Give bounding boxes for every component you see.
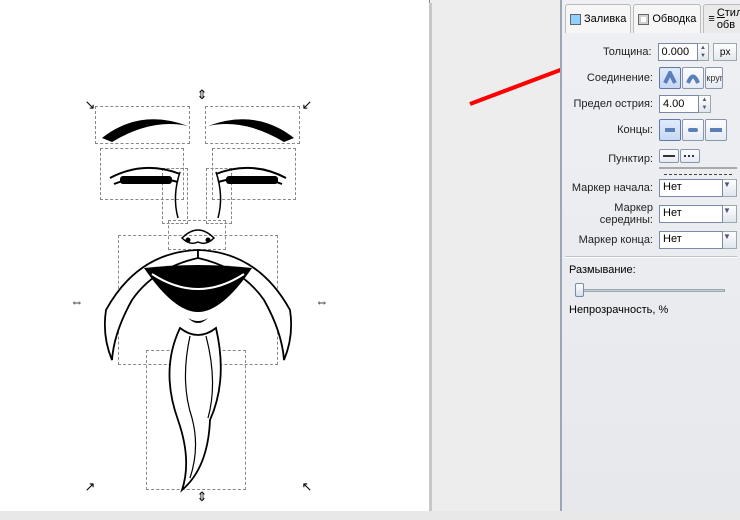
tab-fill-label: Заливка [584, 13, 626, 25]
miter-label: Предел острия: [565, 98, 659, 110]
cap-butt-button[interactable] [659, 119, 681, 141]
marker-start-dropdown-icon[interactable]: ▼ [723, 179, 737, 197]
opacity-label: Непрозрачность, % [565, 302, 737, 318]
row-marker-mid: Маркер середины: Нет ▼ [565, 202, 737, 226]
marker-end-select[interactable]: Нет [659, 231, 723, 249]
marker-end-label: Маркер конца: [565, 234, 659, 246]
panel-tabs: Заливка Обводка ≡ Стиль обв [562, 2, 740, 36]
miter-spinner[interactable]: ▲▼ [699, 95, 711, 113]
stroke-width-input[interactable] [658, 43, 698, 61]
stroke-width-spinner[interactable]: ▲▼ [698, 43, 710, 61]
row-dash: Пунктир: [565, 144, 737, 174]
join-round-button[interactable] [682, 67, 704, 89]
separator [565, 256, 737, 258]
row-caps: Концы: [565, 118, 737, 142]
dash-pattern-editor[interactable] [659, 167, 737, 169]
face-drawing [40, 60, 385, 520]
cap-square-button[interactable] [705, 119, 727, 141]
tab-fill[interactable]: Заливка [565, 4, 631, 33]
marker-start-select[interactable]: Нет [659, 179, 723, 197]
vector-artwork[interactable]: ↘ ⇕ ↙ ⇔ ⇔ ↗ ⇕ ↖ [40, 60, 385, 520]
tab-style-label: Стиль обв [717, 7, 740, 31]
row-marker-start: Маркер начала: Нет ▼ [565, 176, 737, 200]
join-bevel-button[interactable]: Скругл [705, 67, 723, 89]
row-width: Толщина: ▲▼ px [565, 40, 737, 64]
marker-start-label: Маркер начала: [565, 182, 659, 194]
width-label: Толщина: [565, 46, 658, 58]
row-miter: Предел острия: ▲▼ [565, 92, 737, 116]
dash-label: Пунктир: [565, 153, 659, 165]
tab-stroke-style[interactable]: ≡ Стиль обв [703, 4, 740, 33]
blur-label: Размывание: [565, 262, 737, 278]
canvas-area[interactable]: ↘ ⇕ ↙ ⇔ ⇔ ↗ ⇕ ↖ [0, 0, 560, 511]
tab-stroke-label: Обводка [652, 13, 696, 25]
dash-none-button[interactable] [659, 149, 679, 163]
stroke-swatch-icon [638, 14, 649, 25]
marker-mid-dropdown-icon[interactable]: ▼ [723, 205, 737, 223]
blur-slider[interactable] [569, 280, 733, 296]
dash-icon: ≡ [708, 13, 713, 25]
fill-swatch-icon [570, 14, 581, 25]
stroke-width-unit[interactable]: px [713, 43, 737, 61]
row-join: Соединение: Скругл [565, 66, 737, 90]
cap-round-button[interactable] [682, 119, 704, 141]
marker-mid-label: Маркер середины: [565, 202, 659, 226]
marker-end-dropdown-icon[interactable]: ▼ [723, 231, 737, 249]
document-page[interactable]: ↘ ⇕ ↙ ⇔ ⇔ ↗ ⇕ ↖ [0, 0, 430, 511]
fill-stroke-panel: Заливка Обводка ≡ Стиль обв Толщина: ▲▼ … [560, 0, 740, 511]
miter-limit-input[interactable] [659, 95, 699, 113]
join-miter-button[interactable] [659, 67, 681, 89]
dash-preset-button[interactable] [680, 149, 700, 163]
marker-mid-select[interactable]: Нет [659, 205, 723, 223]
caps-label: Концы: [565, 124, 659, 136]
row-marker-end: Маркер конца: Нет ▼ [565, 228, 737, 252]
join-label: Соединение: [565, 72, 659, 84]
tab-stroke-paint[interactable]: Обводка [633, 4, 701, 33]
stroke-style-body: Толщина: ▲▼ px Соединение: Скругл Предел… [562, 36, 740, 322]
